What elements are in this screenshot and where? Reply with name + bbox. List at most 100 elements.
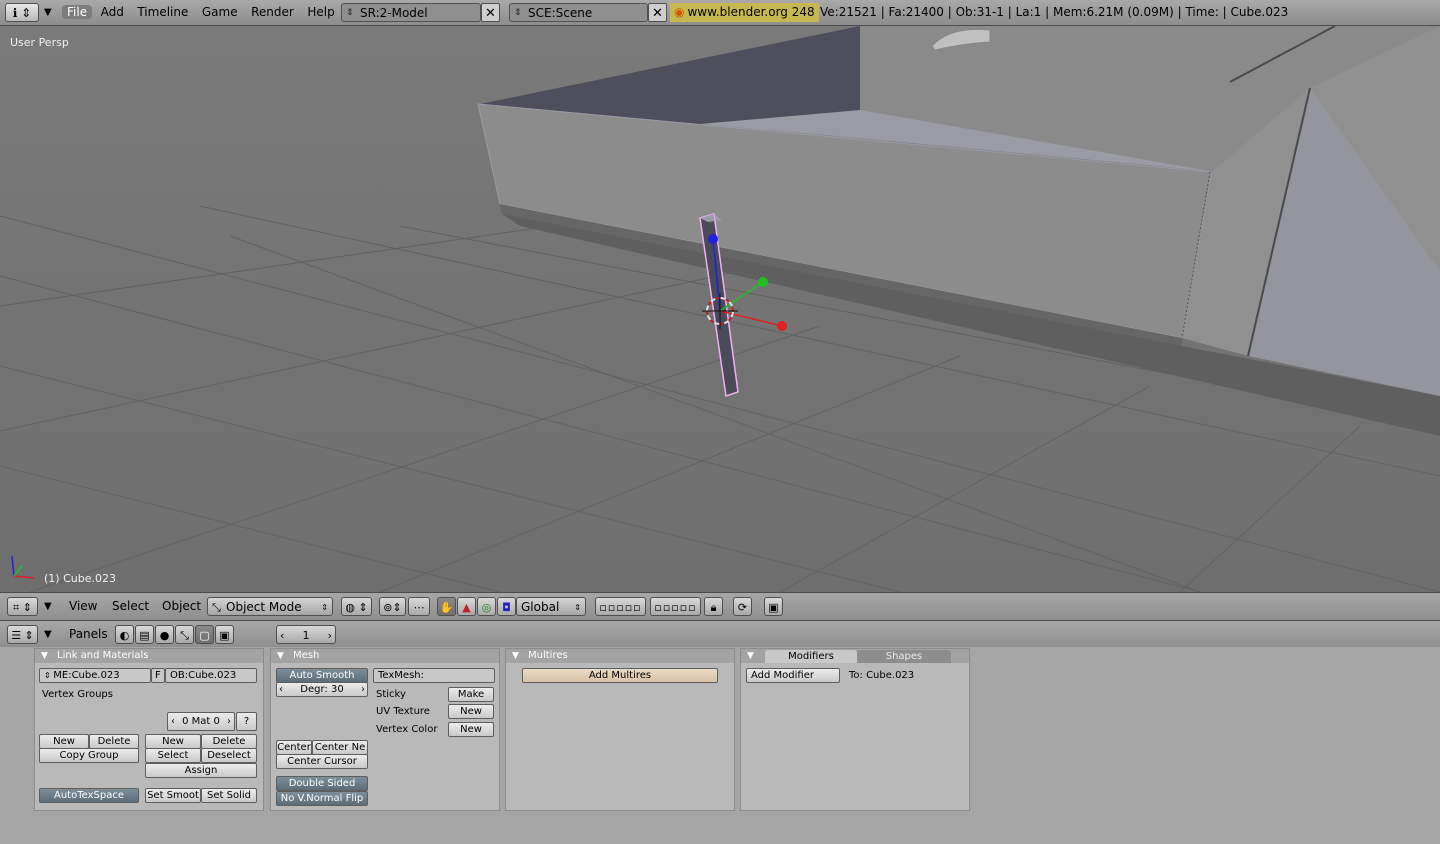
panel-tabs: ▼ Modifiers Shapes — [741, 649, 969, 663]
up-down-arrows-icon: ⇕ — [574, 603, 581, 612]
material-select-button[interactable]: Select — [145, 748, 201, 763]
set-smooth-button[interactable]: Set Smoot — [145, 788, 201, 803]
layer-buttons-1[interactable]: ▫▫▫▫▫ — [595, 597, 646, 616]
copy-group-button[interactable]: Copy Group — [39, 748, 139, 763]
menu-object[interactable]: Object — [162, 597, 201, 616]
logic-context-icon[interactable]: ◐ — [115, 625, 134, 644]
menu-render[interactable]: Render — [246, 5, 299, 19]
menu-panels[interactable]: Panels — [69, 625, 108, 644]
double-sided-toggle[interactable]: Double Sided — [276, 776, 368, 791]
increment-arrow-icon[interactable]: › — [227, 713, 231, 730]
screen-selector[interactable]: ⇕ SR:2-Model — [341, 3, 481, 22]
center-new-button[interactable]: Center Ne — [312, 740, 368, 755]
vertex-color-label: Vertex Color — [376, 724, 438, 735]
editing-context-icon[interactable]: ▢ — [195, 625, 214, 644]
blender-logo-icon: ◉ — [674, 5, 685, 19]
menu-select[interactable]: Select — [112, 597, 149, 616]
scene-context-icon[interactable]: ▣ — [215, 625, 234, 644]
mode-selector[interactable]: ⤡ Object Mode ⇕ — [207, 597, 333, 616]
frame-number-field[interactable]: ‹ 1 › — [276, 625, 336, 644]
menu-add[interactable]: Add — [96, 5, 129, 19]
sticky-make-button[interactable]: Make — [448, 687, 494, 702]
3d-viewport[interactable]: User Persp (1) Cube.023 — [0, 26, 1440, 592]
shading-context-icon[interactable]: ● — [155, 625, 174, 644]
panel-mesh: ▼ Mesh Auto Smooth ‹ Degr: 30 › TexMesh: St… — [270, 648, 500, 811]
scale-manipulator-icon[interactable]: ◘ — [497, 597, 516, 616]
auto-smooth-toggle[interactable]: Auto Smooth — [276, 668, 368, 683]
vgroup-new-button[interactable]: New — [39, 734, 89, 749]
autotexspace-toggle[interactable]: AutoTexSpace — [39, 788, 139, 803]
collapse-menu-triangle-icon[interactable]: ▼ — [44, 3, 52, 22]
object-context-icon[interactable]: ⤡ — [175, 625, 194, 644]
uv-texture-label: UV Texture — [376, 706, 430, 717]
pivot-align-icon[interactable]: ⋯ — [408, 597, 430, 616]
material-delete-button[interactable]: Delete — [201, 734, 257, 749]
rotate-manipulator-icon[interactable]: ◎ — [477, 597, 496, 616]
draw-type-button[interactable]: ◍ ⇕ — [341, 597, 372, 616]
layer-buttons-2[interactable]: ▫▫▫▫▫ — [650, 597, 701, 616]
decrement-arrow-icon[interactable]: ‹ — [279, 683, 283, 696]
modifier-target-label: To: Cube.023 — [849, 670, 915, 681]
lock-icon[interactable]: 🔒︎ — [704, 597, 723, 616]
collapse-triangle-icon[interactable]: ▼ — [41, 649, 48, 663]
center-button[interactable]: Center — [276, 740, 312, 755]
object-mode-icon: ⤡ — [212, 601, 221, 614]
render-preview-icon[interactable]: ▣ — [764, 597, 783, 616]
panel-title[interactable]: ▼ Mesh — [271, 649, 499, 663]
menu-timeline[interactable]: Timeline — [132, 5, 193, 19]
decrement-arrow-icon[interactable]: ‹ — [280, 626, 284, 645]
center-cursor-button[interactable]: Center Cursor — [276, 754, 368, 769]
degree-field[interactable]: ‹ Degr: 30 › — [276, 682, 368, 697]
menu-help[interactable]: Help — [302, 5, 339, 19]
hand-manipulator-icon[interactable]: ✋ — [437, 597, 456, 616]
decrement-arrow-icon[interactable]: ‹ — [171, 713, 175, 730]
add-multires-button[interactable]: Add Multires — [522, 668, 718, 683]
vertex-color-new-button[interactable]: New — [448, 722, 494, 737]
up-down-arrows-icon: ⇕ — [514, 8, 522, 18]
object-name-field[interactable]: OB:Cube.023 — [165, 668, 257, 683]
collapse-menu-triangle-icon[interactable]: ▼ — [44, 597, 52, 616]
no-vnormal-flip-toggle[interactable]: No V.Normal Flip — [276, 791, 368, 806]
tab-shapes[interactable]: Shapes — [857, 650, 951, 663]
pivot-icon[interactable]: ⊚⇕ — [379, 597, 406, 616]
mesh-name-field[interactable]: ⇕ ME:Cube.023 — [39, 668, 151, 683]
increment-arrow-icon[interactable]: › — [328, 626, 332, 645]
panel-multires: ▼ Multires Add Multires — [505, 648, 735, 811]
delete-screen-button[interactable]: ✕ — [481, 3, 500, 22]
fake-user-toggle[interactable]: F — [151, 668, 165, 683]
scene-selector[interactable]: ⇕ SCE:Scene — [509, 3, 648, 22]
uv-texture-new-button[interactable]: New — [448, 704, 494, 719]
grid-view-icon[interactable]: ⌗ ⇕ — [7, 597, 38, 616]
script-context-icon[interactable]: ▤ — [135, 625, 154, 644]
menu-file[interactable]: File — [62, 5, 93, 19]
set-solid-button[interactable]: Set Solid — [201, 788, 257, 803]
increment-arrow-icon[interactable]: › — [361, 683, 365, 696]
link-layers-icon[interactable]: ⟳ — [733, 597, 752, 616]
texmesh-field[interactable]: TexMesh: — [373, 668, 495, 683]
translate-manipulator-icon[interactable]: ▲ — [457, 597, 476, 616]
blender-url-badge[interactable]: ◉ www.blender.org 248 — [670, 3, 819, 22]
panel-title[interactable]: ▼ Multires — [506, 649, 734, 663]
info-icon: ℹ ⇕ — [12, 6, 32, 20]
material-assign-button[interactable]: Assign — [145, 763, 257, 778]
material-deselect-button[interactable]: Deselect — [201, 748, 257, 763]
collapse-triangle-icon[interactable]: ▼ — [512, 649, 519, 663]
material-help-button[interactable]: ? — [236, 712, 257, 731]
active-object-label: (1) Cube.023 — [44, 572, 116, 585]
vgroup-delete-button[interactable]: Delete — [89, 734, 139, 749]
collapse-triangle-icon[interactable]: ▼ — [747, 649, 754, 663]
panel-title[interactable]: ▼ Link and Materials — [35, 649, 263, 663]
delete-scene-button[interactable]: ✕ — [648, 3, 667, 22]
material-new-button[interactable]: New — [145, 734, 201, 749]
collapse-triangle-icon[interactable]: ▼ — [277, 649, 284, 663]
tab-modifiers[interactable]: Modifiers — [765, 650, 857, 663]
material-index-field[interactable]: ‹ 0 Mat 0 › — [167, 712, 235, 731]
orientation-selector[interactable]: Global ⇕ — [516, 597, 586, 616]
menu-game[interactable]: Game — [197, 5, 243, 19]
menu-view[interactable]: View — [69, 597, 97, 616]
buttons-window-header: ☰ ⇕ ▼ Panels ◐ ▤ ● ⤡ ▢ ▣ ‹ 1 › — [0, 621, 1440, 648]
editor-type-button[interactable]: ℹ ⇕ — [5, 3, 39, 22]
add-modifier-button[interactable]: Add Modifier — [746, 668, 840, 683]
buttons-editor-icon[interactable]: ☰ ⇕ — [7, 625, 38, 644]
collapse-menu-triangle-icon[interactable]: ▼ — [44, 625, 52, 644]
